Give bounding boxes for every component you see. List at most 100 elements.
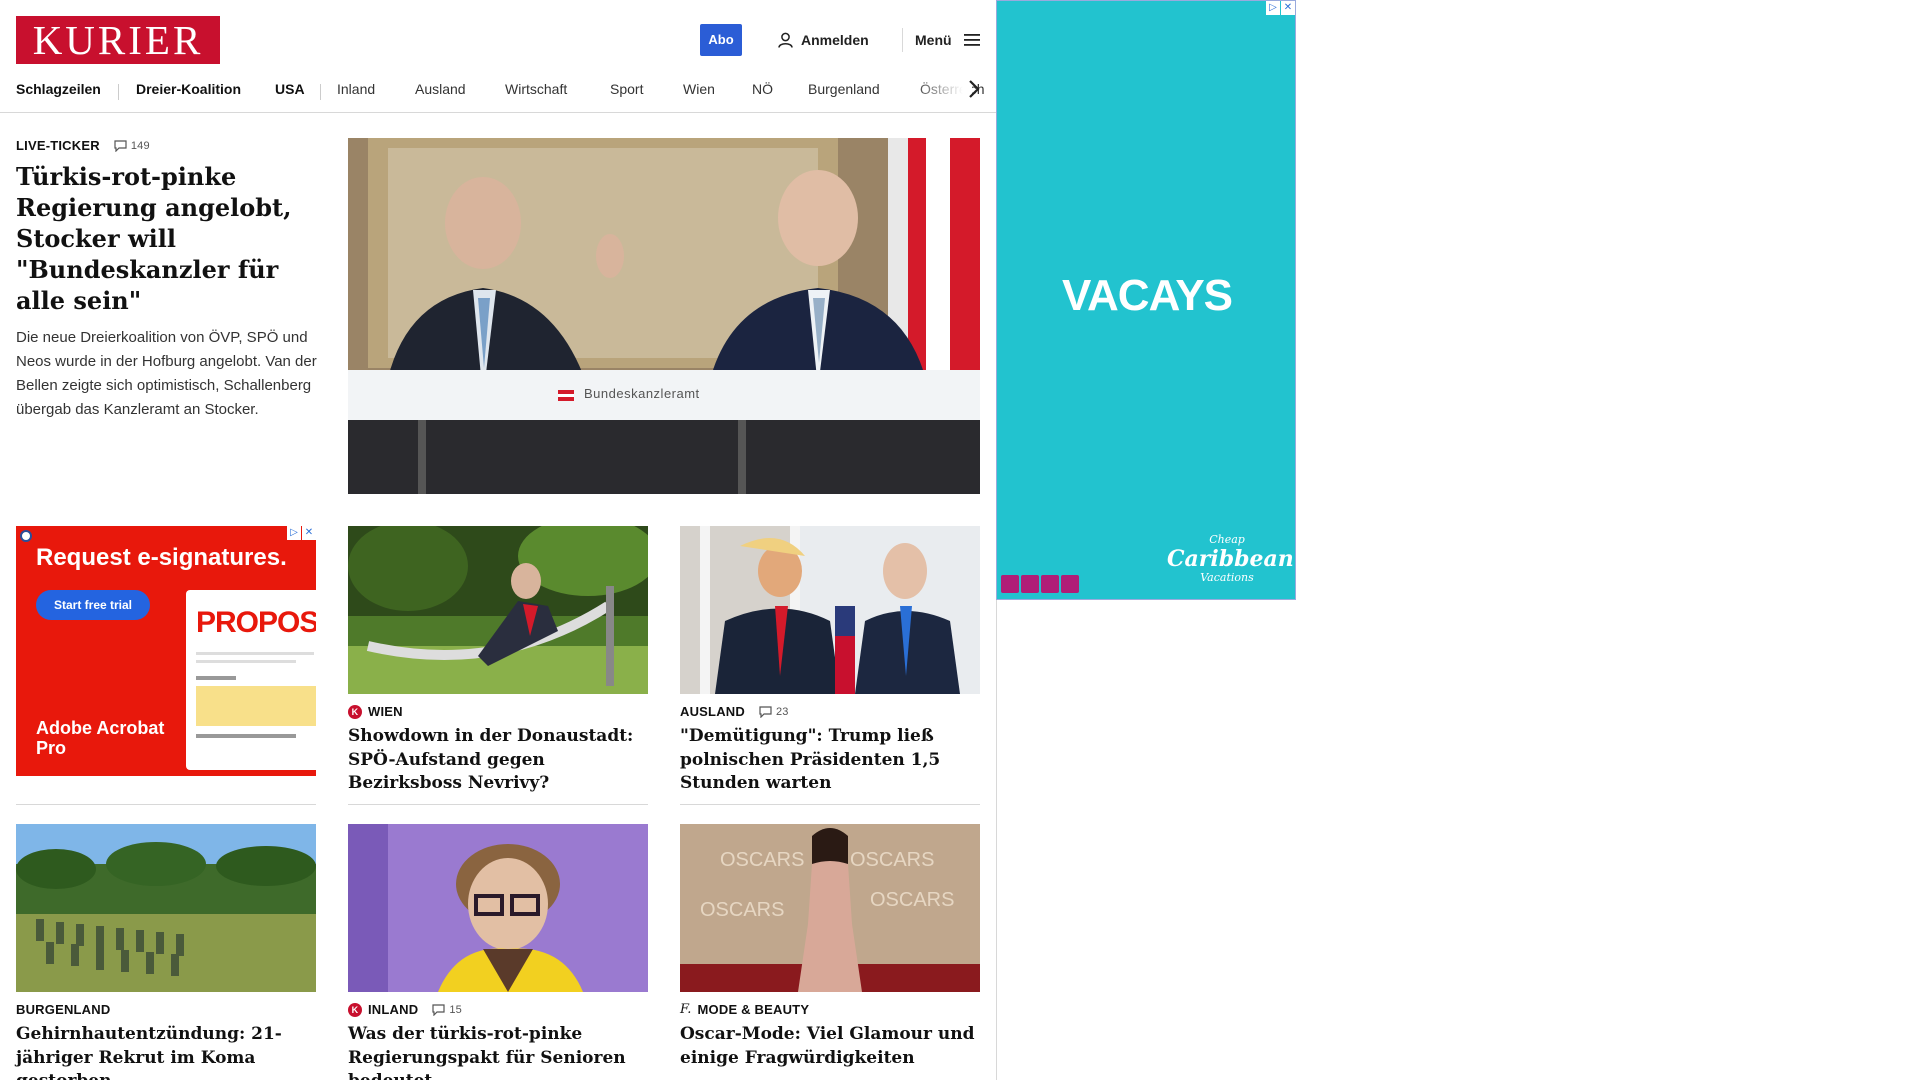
kurier-logo[interactable]: KURIER — [16, 16, 220, 64]
chevron-right-icon[interactable] — [964, 78, 984, 100]
row-divider — [16, 804, 316, 805]
lead-photo-illustration — [348, 138, 980, 494]
ad-choices[interactable]: ▷ ✕ — [287, 526, 316, 540]
section-nav: Schlagzeilen Dreier-Koalition USA Inland… — [0, 74, 996, 104]
card-headline[interactable]: "Demütigung": Trump ließ polnischen Präs… — [680, 725, 980, 796]
pause-icon[interactable] — [1001, 575, 1019, 593]
comment-icon — [114, 139, 127, 152]
ad-brand: Cheap Caribbean Vacations — [1167, 533, 1294, 585]
adchoices-icon[interactable]: ▷ — [1266, 1, 1280, 15]
card-kicker: f. MODE & BEAUTY — [680, 1002, 980, 1017]
card-kicker-label: WIEN — [368, 704, 403, 719]
lead-image[interactable]: Bundeskanzleramt — [348, 138, 980, 494]
close-icon[interactable]: ✕ — [1281, 1, 1295, 15]
lead-kicker: LIVE-TICKER 149 — [16, 138, 322, 153]
login-label: Anmelden — [801, 32, 869, 48]
nav-item-noe[interactable]: NÖ — [752, 81, 773, 97]
article-card[interactable]: BURGENLAND Gehirnhautentzündung: 21-jähr… — [16, 824, 316, 1080]
menu-button[interactable]: Menü — [915, 30, 980, 50]
menu-label: Menü — [915, 32, 952, 48]
kurier-plus-icon: K — [348, 704, 362, 719]
card-kicker: BURGENLAND — [16, 1002, 316, 1017]
comment-icon — [432, 1003, 445, 1016]
hamburger-icon — [963, 34, 980, 46]
card-image-senior-woman — [348, 824, 648, 992]
ad-brand-bottom: Vacations — [1200, 571, 1254, 584]
lead-image-caption: Bundeskanzleramt — [584, 386, 700, 401]
nav-item-wirtschaft[interactable]: Wirtschaft — [505, 81, 567, 97]
page: KURIER Abo Anmelden Menü Schlagzeilen Dr… — [0, 0, 1000, 1080]
row-divider — [680, 804, 980, 805]
lead-article[interactable]: LIVE-TICKER 149 Türkis-rot-pinke Regieru… — [16, 138, 322, 422]
proposal-document: PROPOSAL — [186, 590, 316, 770]
card-headline[interactable]: Oscar-Mode: Viel Glamour und einige Frag… — [680, 1023, 980, 1070]
comment-count-value: 15 — [449, 1003, 462, 1016]
comment-count-value: 149 — [130, 139, 150, 152]
svg-text:OSCARS: OSCARS — [700, 899, 784, 921]
start-trial-button[interactable]: Start free trial — [36, 590, 150, 620]
ad-brand-top: Cheap — [1209, 533, 1245, 546]
login-button[interactable]: Anmelden — [778, 30, 869, 50]
vacays-ad[interactable]: ▷ ✕ VACAYS Cheap Caribbean Vacations — [996, 0, 1296, 600]
svg-text:OSCARS: OSCARS — [720, 849, 804, 871]
lead-headline[interactable]: Türkis-rot-pinke Regierung angelobt, Sto… — [16, 161, 322, 316]
nav-item-dreier-koalition[interactable]: Dreier-Koalition — [136, 81, 241, 97]
adchoices-icon[interactable]: ▷ — [287, 526, 301, 540]
ad-headline: Request e-signatures. — [36, 544, 287, 571]
card-image-oscars: OSCARS OSCARS OSCARS OSCARS — [680, 824, 980, 992]
mute-icon[interactable] — [1061, 575, 1079, 593]
svg-text:OSCARS: OSCARS — [870, 889, 954, 911]
article-card[interactable]: K WIEN Showdown in der Donaustadt: SPÖ-A… — [348, 526, 648, 796]
lead-kicker-label: LIVE-TICKER — [16, 138, 100, 153]
stop-icon[interactable] — [1021, 575, 1039, 593]
user-icon — [778, 32, 793, 48]
comment-icon — [759, 705, 772, 718]
article-card[interactable]: AUSLAND 23 "Demütigung": Trump ließ poln… — [680, 526, 980, 796]
card-image-soldiers — [16, 824, 316, 992]
acrobat-ad[interactable]: ▷ ✕ Request e-signatures. Start free tri… — [16, 526, 316, 776]
nav-item-burgenland[interactable]: Burgenland — [808, 81, 880, 97]
card-image-hammock — [348, 526, 648, 694]
article-card[interactable]: K INLAND 15 Was der türkis-rot-pinke Reg… — [348, 824, 648, 1080]
kurier-plus-icon: K — [348, 1002, 362, 1017]
nav-item-ausland[interactable]: Ausland — [415, 81, 466, 97]
card-kicker-label: BURGENLAND — [16, 1002, 111, 1017]
card-kicker: AUSLAND 23 — [680, 704, 980, 719]
row-divider — [348, 804, 648, 805]
nav-item-wien[interactable]: Wien — [683, 81, 715, 97]
article-card[interactable]: OSCARS OSCARS OSCARS OSCARS f. MODE & BE… — [680, 824, 980, 1070]
card-kicker-label: AUSLAND — [680, 704, 745, 719]
close-icon[interactable]: ✕ — [302, 526, 316, 540]
ad-brand-main: Caribbean — [1167, 546, 1294, 572]
card-image-trump — [680, 526, 980, 694]
nav-fade — [912, 74, 972, 104]
card-kicker: K INLAND 15 — [348, 1002, 648, 1017]
comment-count[interactable]: 15 — [432, 1004, 462, 1016]
abo-button[interactable]: Abo — [700, 24, 742, 56]
video-controls — [1001, 575, 1079, 593]
card-kicker: K WIEN — [348, 704, 648, 719]
freizeit-icon: f. — [680, 1002, 692, 1017]
nav-item-inland[interactable]: Inland — [337, 81, 375, 97]
card-headline[interactable]: Was der türkis-rot-pinke Regierungspakt … — [348, 1023, 648, 1080]
ad-choices[interactable]: ▷ ✕ — [1266, 1, 1295, 15]
nav-item-sport[interactable]: Sport — [610, 81, 643, 97]
nav-divider — [320, 84, 321, 100]
ad-headline: VACAYS — [1061, 271, 1233, 320]
card-kicker-label: INLAND — [368, 1002, 419, 1017]
card-headline[interactable]: Showdown in der Donaustadt: SPÖ-Aufstand… — [348, 725, 648, 796]
nav-item-usa[interactable]: USA — [275, 81, 305, 97]
header-divider — [902, 28, 903, 52]
svg-text:OSCARS: OSCARS — [850, 849, 934, 871]
comment-count[interactable]: 23 — [759, 706, 789, 718]
card-headline[interactable]: Gehirnhautentzündung: 21-jähriger Rekrut… — [16, 1023, 316, 1080]
comment-count-value: 23 — [775, 705, 789, 718]
comment-count[interactable]: 149 — [114, 140, 150, 152]
ad-brand: Adobe Acrobat Pro — [36, 718, 165, 758]
replay-icon[interactable] — [1041, 575, 1059, 593]
card-kicker-label: MODE & BEAUTY — [697, 1002, 810, 1017]
shield-icon — [20, 530, 32, 542]
proposal-title: PROPOSAL — [196, 606, 316, 639]
nav-item-schlagzeilen[interactable]: Schlagzeilen — [16, 81, 101, 97]
lead-description: Die neue Dreierkoalition von ÖVP, SPÖ un… — [16, 329, 317, 418]
